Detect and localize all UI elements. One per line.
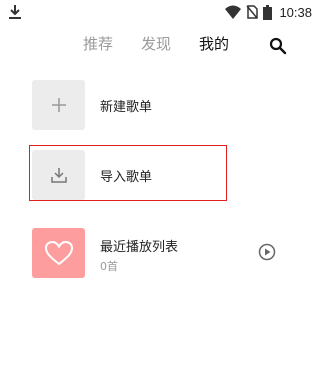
recent-playlist-item[interactable]: 最近播放列表 0首 [32, 228, 302, 278]
new-playlist-label: 新建歌单 [100, 100, 153, 115]
import-playlist-thumb [32, 150, 85, 200]
plus-icon [51, 98, 66, 112]
wifi-icon [225, 5, 242, 19]
new-playlist-thumb [32, 80, 85, 130]
status-bar: 10:38 [0, 0, 320, 24]
status-time: 10:38 [279, 4, 312, 20]
download-icon [9, 5, 21, 19]
play-circle-icon[interactable] [258, 243, 276, 261]
recent-playlist-thumb [32, 228, 85, 278]
recent-playlist-count: 0首 [100, 260, 118, 273]
tab-recommend[interactable]: 推荐 [83, 33, 113, 54]
new-playlist-item[interactable]: 新建歌单 [32, 80, 302, 130]
tab-mine[interactable]: 我的 [199, 33, 229, 54]
search-icon[interactable] [269, 37, 287, 55]
import-icon [50, 168, 67, 183]
top-nav: 推荐 发现 我的 [0, 26, 320, 62]
recent-playlist-label: 最近播放列表 [100, 240, 179, 255]
tab-discover[interactable]: 发现 [141, 33, 171, 54]
status-icons: 10:38 [225, 2, 312, 22]
no-sim-icon [246, 5, 259, 19]
battery-icon [263, 4, 273, 20]
heart-icon [44, 240, 73, 266]
import-playlist-label: 导入歌单 [100, 170, 153, 185]
import-playlist-item[interactable]: 导入歌单 [32, 150, 302, 200]
